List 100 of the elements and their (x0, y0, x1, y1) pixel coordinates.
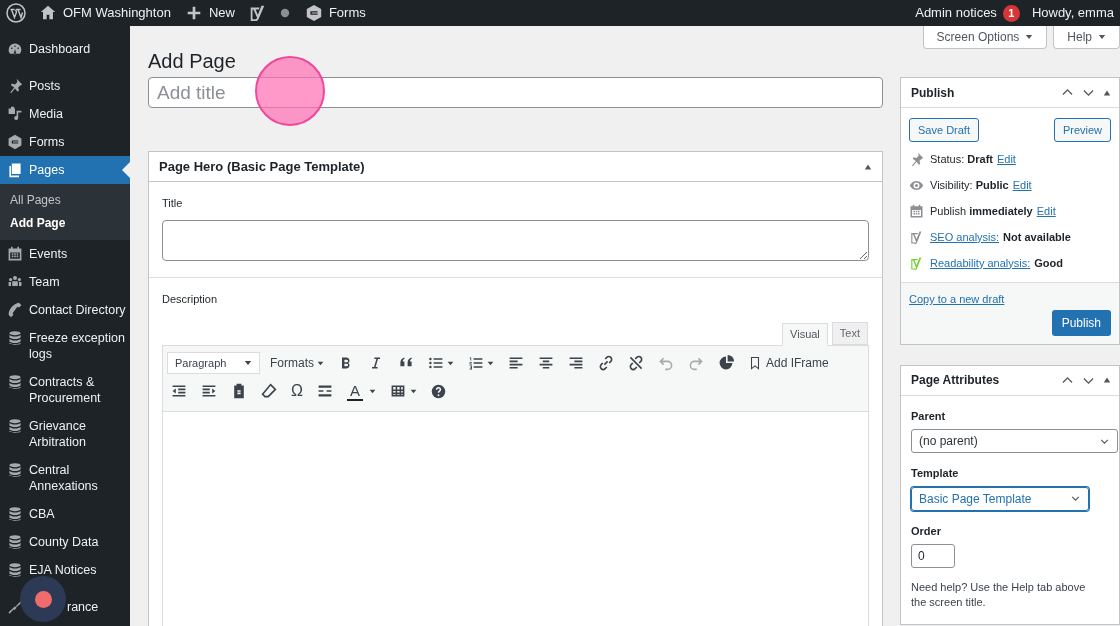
unlink-icon[interactable] (628, 355, 644, 371)
account-link[interactable]: Howdy, emma (1027, 3, 1120, 23)
text-color-button[interactable]: A (342, 381, 380, 401)
record-dot-icon (34, 590, 52, 608)
format-select[interactable]: Paragraph (167, 352, 260, 374)
bulleted-list-icon[interactable] (428, 355, 444, 371)
clipboard-icon[interactable] (231, 383, 247, 399)
publish-info-text: Not available (1003, 229, 1071, 245)
database-icon (7, 562, 23, 578)
caret-icon (1098, 33, 1106, 41)
numbered-list-icon[interactable] (468, 355, 484, 371)
indent-icon[interactable] (201, 383, 217, 399)
help-icon[interactable] (431, 383, 446, 399)
horizontal-line-icon[interactable] (316, 383, 333, 399)
collapse-toggle-icon[interactable] (1103, 376, 1111, 384)
dashboard-icon (7, 41, 23, 57)
screen-meta-toggle[interactable]: Help (1053, 26, 1120, 49)
collapse-toggle-icon[interactable] (1103, 88, 1111, 97)
analysis-link[interactable]: Readability analysis: (930, 254, 1031, 272)
home-icon (39, 4, 57, 22)
align-right-icon[interactable] (568, 355, 584, 371)
sidebar-item[interactable]: County Data (0, 528, 130, 556)
submenu-item[interactable]: All Pages (0, 189, 130, 212)
database-icon (7, 462, 23, 478)
parent-select[interactable]: (no parent) (911, 429, 1118, 453)
field-label: Order (911, 523, 942, 539)
admin-notices-link[interactable]: Admin notices 1 (907, 3, 1028, 23)
sidebar-item[interactable]: Events (0, 240, 130, 268)
pie-chart-icon[interactable] (718, 355, 734, 371)
admin-bar-item[interactable]: OFM Washinghton (32, 0, 178, 26)
editor-tab[interactable]: Text (831, 322, 868, 345)
record-button[interactable] (20, 576, 66, 622)
bookmark-icon (748, 356, 762, 370)
pushpin-icon (909, 151, 924, 167)
outdent-icon[interactable] (171, 383, 187, 399)
sidebar-item[interactable]: Pages (0, 156, 130, 184)
caret-icon (1025, 33, 1034, 41)
caret-icon (410, 387, 417, 395)
calendar-icon (909, 203, 924, 219)
caret-icon (487, 359, 494, 367)
sidebar-item[interactable]: Dashboard (0, 35, 130, 63)
sidebar-item[interactable]: CBA (0, 500, 130, 528)
analysis-link[interactable]: SEO analysis: (930, 228, 1000, 246)
field-label: Title (162, 196, 184, 211)
caret-icon (317, 359, 324, 367)
collapse-toggle-icon[interactable] (864, 162, 872, 171)
formats-menu-button[interactable]: Formats (266, 354, 328, 372)
pushpin-icon (7, 78, 23, 94)
preview-button[interactable]: Preview (1053, 118, 1111, 142)
editor-tab[interactable]: Visual (782, 323, 828, 346)
link-icon[interactable] (598, 355, 614, 371)
screen-meta-toggle[interactable]: Screen Options (922, 26, 1048, 49)
database-icon (7, 374, 23, 390)
order-input[interactable]: 0 (911, 544, 955, 568)
field-label: Description (162, 292, 219, 307)
pages-icon (7, 162, 23, 178)
publish-info-text: Good (1034, 255, 1063, 271)
panel-title: Publish (911, 84, 956, 102)
notice-count-badge: 1 (1002, 4, 1020, 22)
add-iframe-button[interactable]: Add IFrame (744, 354, 833, 372)
sidebar-item[interactable]: Freeze exception logs (0, 324, 130, 368)
sidebar-item[interactable]: EJA Notices (0, 556, 130, 584)
current-page-arrow-icon (122, 162, 130, 178)
admin-bar-item[interactable]: New (177, 0, 242, 26)
table-icon[interactable] (390, 383, 406, 399)
sidebar-item[interactable]: Contact Directory (0, 296, 130, 324)
title-textarea[interactable] (162, 220, 869, 261)
media-icon (7, 106, 23, 122)
sidebar-item[interactable]: Forms (0, 128, 130, 156)
edit-link[interactable]: Edit (996, 150, 1016, 168)
field-label: Template (911, 466, 960, 481)
help-text: Need help? Use the Help tab above the screen title. (911, 580, 1087, 610)
page-heading: Add Page (148, 49, 236, 74)
align-center-icon[interactable] (538, 355, 554, 371)
calendar-icon (7, 246, 23, 262)
submenu-item[interactable]: Add Page (0, 212, 130, 235)
edit-link[interactable]: Edit (1036, 202, 1056, 220)
copy-draft-link[interactable]: Copy to a new draft (909, 291, 1111, 308)
sidebar-item[interactable]: Grievance Arbitration (0, 412, 130, 456)
special-character-button[interactable]: Ω (287, 383, 307, 399)
edit-link[interactable]: Edit (1012, 176, 1032, 194)
sidebar-item[interactable]: Posts (0, 72, 130, 100)
sidebar-item[interactable]: Contracts & Procurement (0, 368, 130, 412)
admin-bar-item[interactable]: Forms (297, 0, 373, 26)
sidebar-item[interactable]: Media (0, 100, 130, 128)
field-label: Parent (911, 408, 947, 424)
save-draft-button[interactable]: Save Draft (909, 118, 979, 142)
sidebar-item[interactable]: Team (0, 268, 130, 296)
phone-icon (7, 302, 23, 318)
template-select[interactable]: Basic Page Template (911, 486, 1089, 511)
database-icon (7, 534, 23, 550)
panel-title: Page Attributes (911, 372, 1001, 389)
caret-icon (369, 387, 376, 395)
publish-info-text: Visibility: Public (930, 177, 1009, 193)
align-left-icon[interactable] (508, 355, 524, 371)
publish-button[interactable]: Publish (1051, 309, 1111, 336)
wordpress-logo-icon[interactable] (6, 3, 26, 23)
title-input[interactable]: Add title (148, 77, 883, 108)
eraser-icon[interactable] (261, 383, 277, 399)
sidebar-item[interactable]: Central Annexations (0, 456, 130, 500)
